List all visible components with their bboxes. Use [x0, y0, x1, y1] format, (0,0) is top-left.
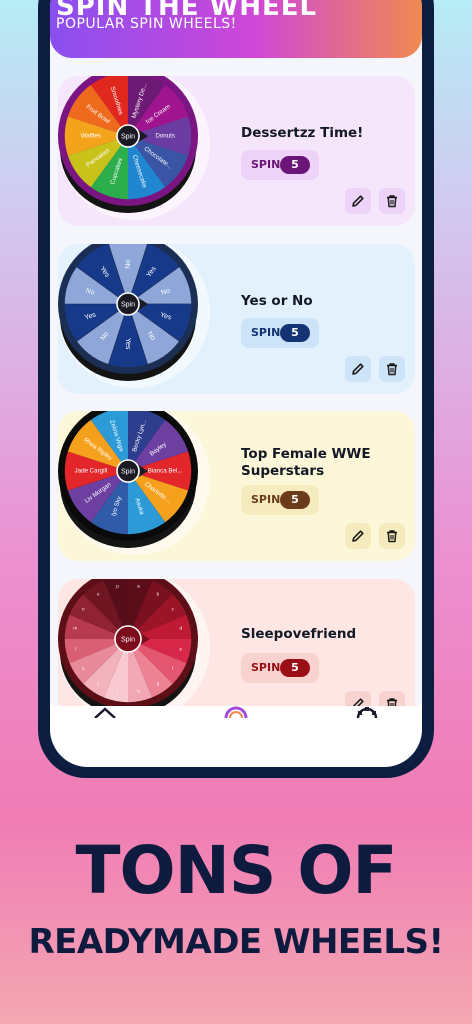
wheel-icon[interactable]: [223, 706, 249, 718]
spin-count: 5: [280, 491, 310, 509]
edit-button[interactable]: [345, 356, 371, 382]
spin-button[interactable]: SPIN 5: [241, 653, 319, 683]
pencil-icon: [352, 195, 364, 207]
settings-icon[interactable]: [354, 706, 380, 718]
wheel-name: Top Female WWE Superstars: [241, 446, 371, 479]
edit-button[interactable]: [345, 523, 371, 549]
segment-label: i: [117, 689, 118, 694]
segment-label: Jade Cargill: [75, 468, 108, 475]
delete-button[interactable]: [379, 523, 405, 549]
spin-button[interactable]: SPIN 5: [241, 485, 319, 515]
bottom-nav: [50, 706, 422, 767]
segment-label: m: [73, 626, 77, 631]
trash-icon: [387, 363, 397, 376]
wheel-name: Sleepovefriend: [241, 626, 357, 642]
segment-label: Donuts: [155, 133, 175, 140]
wheel-card[interactable]: Becky Lyn... Bayley Bianca Bel... Charlotte…: [58, 411, 415, 561]
spin-hub-label: Spin: [121, 636, 135, 643]
page-subtitle: POPULAR SPIN WHEELS!: [56, 16, 237, 32]
app-screen: SPIN THE WHEEL POPULAR SPIN WHEELS! Myst…: [50, 0, 422, 767]
wheel-preview[interactable]: Becky Lyn... BayleyBianca Bel...Charlotte…: [56, 411, 216, 571]
wheel-name: Dessertzz Time!: [241, 125, 364, 141]
segment-label: j: [97, 681, 99, 686]
spin-button[interactable]: SPIN 5: [241, 318, 319, 348]
spin-label: SPIN: [251, 158, 281, 171]
segment-label: Bianca Bel...: [148, 468, 183, 475]
spin-count: 5: [280, 659, 310, 677]
promo-headline: TONS OF: [75, 832, 397, 909]
spin-hub-label: Spin: [121, 133, 135, 140]
spin-label: SPIN: [251, 661, 281, 674]
wheel-preview[interactable]: Mystery De...Ice CreamDonutsChocolate...…: [56, 76, 216, 236]
spin-hub-label: Spin: [121, 468, 135, 475]
segment-label: l: [75, 647, 76, 652]
spin-count: 5: [280, 324, 310, 342]
spin-hub-label: Spin: [121, 301, 135, 308]
app-header: SPIN THE WHEEL POPULAR SPIN WHEELS!: [50, 0, 422, 58]
wheel-preview[interactable]: NoYesNoYesNoYesNoYesNoYesSpin: [56, 244, 216, 404]
spin-label: SPIN: [251, 326, 281, 339]
pencil-icon: [352, 530, 364, 542]
trash-icon: [387, 530, 397, 543]
promo-subheadline: READYMADE WHEELS!: [28, 922, 444, 962]
spin-label: SPIN: [251, 493, 281, 506]
segment-label: Yes: [124, 338, 131, 350]
spin-count: 5: [280, 156, 310, 174]
delete-button[interactable]: [379, 188, 405, 214]
segment-label: Waffles: [81, 133, 101, 140]
edit-button[interactable]: [345, 188, 371, 214]
spin-button[interactable]: SPIN 5: [241, 150, 319, 180]
home-icon[interactable]: [92, 706, 118, 718]
wheel-name: Yes or No: [241, 293, 313, 309]
segment-label: No: [125, 260, 132, 269]
wheel-card[interactable]: No Yes No Yes No Yes No Yes No Yes Spin Yes or No …: [58, 244, 415, 394]
delete-button[interactable]: [379, 356, 405, 382]
wheel-card[interactable]: Mystery De... Ice Cream Donuts Chocolate...…: [58, 76, 415, 226]
trash-icon: [387, 195, 397, 208]
pencil-icon: [352, 363, 364, 375]
